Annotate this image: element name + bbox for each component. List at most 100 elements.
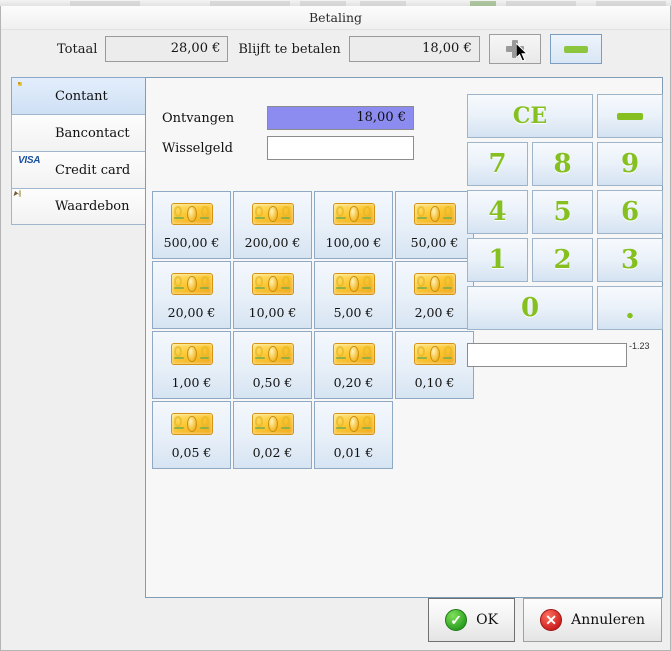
- cash-note-icon: [329, 405, 379, 443]
- denomination-button[interactable]: 100,00 €: [314, 191, 393, 259]
- received-label: Ontvangen: [162, 110, 235, 126]
- denomination-button[interactable]: 0,10 €: [395, 331, 474, 399]
- sidebar-item-label: Contant: [55, 88, 108, 104]
- credit-card-icon: MasterCard VISA: [18, 155, 44, 166]
- ok-button-label: OK: [476, 612, 499, 628]
- scratch-note: -1.23: [629, 341, 650, 351]
- plus-icon-vertical: [511, 40, 518, 58]
- received-row: Ontvangen 18,00 €: [162, 106, 414, 130]
- denomination-label: 50,00 €: [410, 235, 459, 250]
- total-label: Totaal: [57, 41, 98, 57]
- denomination-label: 0,05 €: [171, 445, 212, 460]
- cash-note-icon: [167, 405, 217, 443]
- sidebar-item-credit-card[interactable]: MasterCard VISA Credit card: [11, 151, 147, 188]
- keypad-key-0[interactable]: 0: [467, 286, 593, 330]
- totals-bar: Totaal 28,00 € Blijft te betalen 18,00 €: [1, 30, 671, 68]
- denomination-grid: 500,00 € 200,00 € 100,00 € 50,00 € 20,00 € 10…: [151, 191, 491, 471]
- denomination-label: 200,00 €: [244, 235, 301, 250]
- dialog-footer: ✓ OK ✕ Annuleren: [1, 598, 671, 642]
- denomination-button[interactable]: 0,02 €: [233, 401, 312, 469]
- denomination-button[interactable]: 10,00 €: [233, 261, 312, 329]
- cash-note-icon: [410, 265, 460, 303]
- cancel-button-label: Annuleren: [571, 612, 645, 628]
- keypad-key-5[interactable]: 5: [532, 190, 593, 234]
- cancel-button[interactable]: ✕ Annuleren: [523, 598, 662, 642]
- keypad-backspace-button[interactable]: [597, 94, 663, 138]
- keypad-clear-button[interactable]: CE: [467, 94, 593, 138]
- sidebar-item-label: Waardebon: [55, 199, 130, 214]
- cash-note-icon: [248, 405, 298, 443]
- check-circle-icon: ✓: [445, 609, 468, 631]
- cash-note-icon: [18, 82, 48, 110]
- denomination-label: 0,50 €: [252, 375, 293, 390]
- denomination-button[interactable]: 5,00 €: [314, 261, 393, 329]
- denomination-label: 500,00 €: [163, 235, 220, 250]
- denomination-label: 20,00 €: [167, 305, 216, 320]
- keypad-key-7[interactable]: 7: [467, 142, 528, 186]
- keypad-decimal-button[interactable]: .: [597, 286, 663, 330]
- scratch-input[interactable]: [467, 343, 627, 367]
- sidebar-item-label: Bancontact: [55, 125, 130, 141]
- scratch-area: -1.23: [467, 341, 650, 367]
- denomination-label: 10,00 €: [248, 305, 297, 320]
- cash-note-icon: [329, 335, 379, 373]
- denomination-button[interactable]: 2,00 €: [395, 261, 474, 329]
- cash-note-icon: [167, 195, 217, 233]
- voucher-icon: [14, 189, 48, 221]
- payment-method-tabs: Contant Bancontact MasterCard VISA Credi…: [11, 77, 147, 225]
- payment-dialog: Betaling Totaal 28,00 € Blijft te betale…: [0, 6, 671, 651]
- denomination-button[interactable]: 0,01 €: [314, 401, 393, 469]
- denomination-button[interactable]: 20,00 €: [152, 261, 231, 329]
- remaining-value: 18,00 €: [348, 36, 480, 62]
- denomination-label: 2,00 €: [414, 305, 455, 320]
- denomination-label: 0,01 €: [333, 445, 374, 460]
- received-input[interactable]: 18,00 €: [267, 106, 414, 130]
- add-payment-line-button[interactable]: [488, 34, 541, 64]
- change-label: Wisselgeld: [162, 140, 233, 156]
- total-value: 28,00 €: [105, 36, 229, 62]
- sidebar-item-bancontact[interactable]: Bancontact: [11, 114, 147, 151]
- cash-note-icon: [248, 265, 298, 303]
- remaining-label: Blijft te betalen: [238, 41, 341, 57]
- keypad-key-4[interactable]: 4: [467, 190, 528, 234]
- remove-payment-line-button[interactable]: [549, 34, 602, 64]
- minus-icon: [617, 112, 643, 120]
- sidebar-item-label: Credit card: [55, 162, 131, 178]
- denomination-button[interactable]: 0,05 €: [152, 401, 231, 469]
- minus-icon: [563, 45, 588, 53]
- denomination-button[interactable]: 50,00 €: [395, 191, 474, 259]
- denomination-button[interactable]: 0,50 €: [233, 331, 312, 399]
- sidebar-item-contant[interactable]: Contant: [11, 77, 147, 114]
- denomination-button[interactable]: 500,00 €: [152, 191, 231, 259]
- denomination-button[interactable]: 200,00 €: [233, 191, 312, 259]
- numeric-keypad: CE 7 8 9 4 5 6 1 2 3 0 .: [467, 94, 663, 334]
- cash-note-icon: [167, 265, 217, 303]
- keypad-key-9[interactable]: 9: [597, 142, 663, 186]
- cash-note-icon: [410, 335, 460, 373]
- keypad-key-1[interactable]: 1: [467, 238, 528, 282]
- cash-note-icon: [167, 335, 217, 373]
- denomination-label: 5,00 €: [333, 305, 374, 320]
- cancel-circle-icon: ✕: [540, 609, 563, 631]
- ok-button[interactable]: ✓ OK: [428, 598, 516, 642]
- denomination-label: 1,00 €: [171, 375, 212, 390]
- debit-card-icon: [18, 119, 48, 147]
- denomination-button[interactable]: 1,00 €: [152, 331, 231, 399]
- change-input[interactable]: [267, 136, 414, 160]
- denomination-label: 0,20 €: [333, 375, 374, 390]
- dialog-title: Betaling: [1, 6, 670, 30]
- change-row: Wisselgeld: [162, 136, 414, 160]
- denomination-button[interactable]: 0,20 €: [314, 331, 393, 399]
- denomination-label: 0,02 €: [252, 445, 293, 460]
- cash-note-icon: [248, 335, 298, 373]
- cash-note-icon: [329, 265, 379, 303]
- keypad-key-6[interactable]: 6: [597, 190, 663, 234]
- keypad-key-8[interactable]: 8: [532, 142, 593, 186]
- denomination-label: 0,10 €: [414, 375, 455, 390]
- cash-note-icon: [329, 195, 379, 233]
- keypad-key-3[interactable]: 3: [597, 238, 663, 282]
- sidebar-item-waardebon[interactable]: Waardebon: [11, 188, 147, 225]
- cash-note-icon: [410, 195, 460, 233]
- keypad-key-2[interactable]: 2: [532, 238, 593, 282]
- denomination-label: 100,00 €: [325, 235, 382, 250]
